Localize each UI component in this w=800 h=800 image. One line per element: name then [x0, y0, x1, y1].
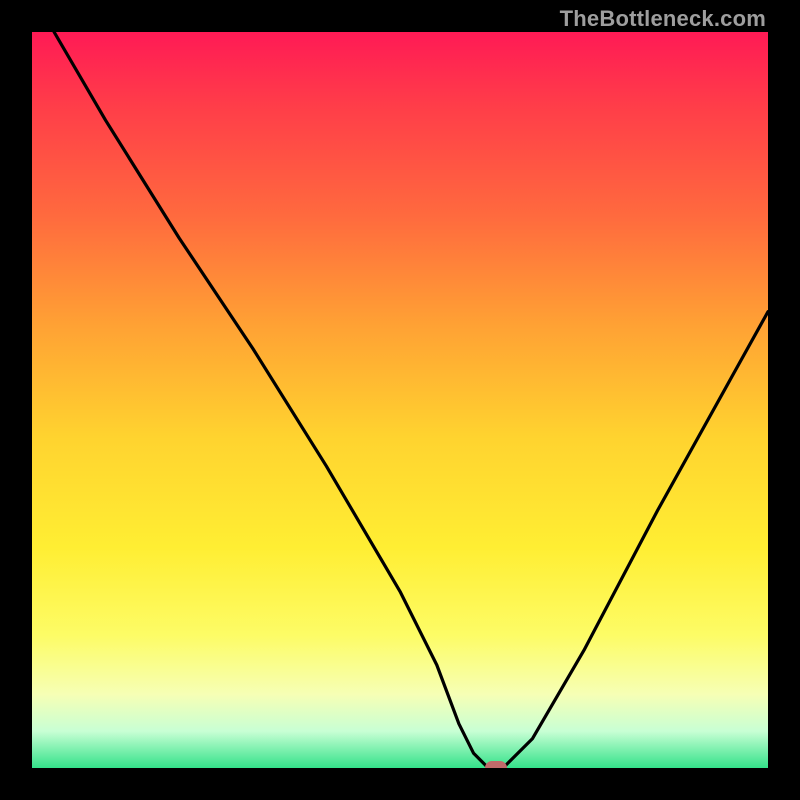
chart-frame: TheBottleneck.com	[0, 0, 800, 800]
watermark-text: TheBottleneck.com	[560, 6, 766, 32]
optimal-point-marker	[485, 761, 507, 768]
plot-area	[32, 32, 768, 768]
bottleneck-curve	[32, 32, 768, 768]
